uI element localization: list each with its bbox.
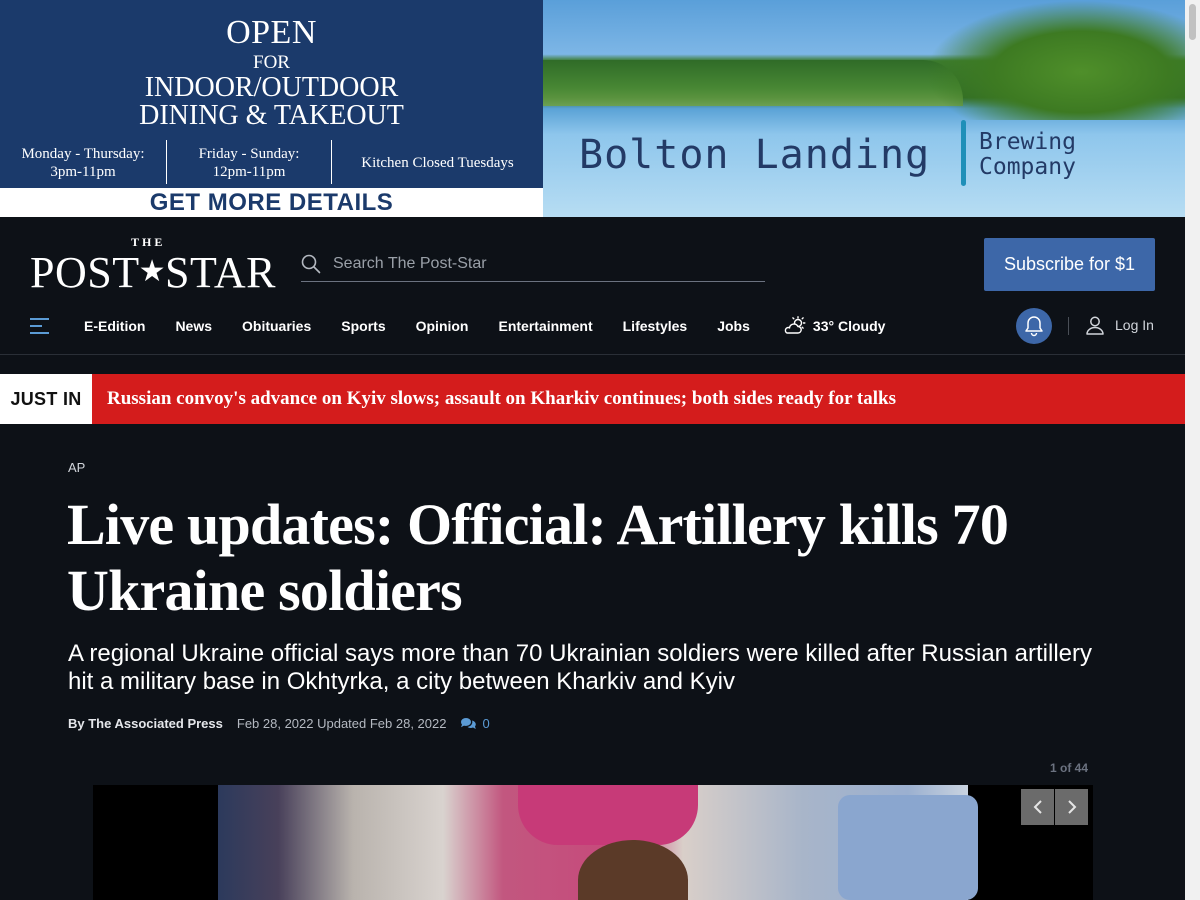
- hamburger-menu-icon[interactable]: [30, 318, 49, 334]
- gallery-photo[interactable]: [218, 785, 978, 900]
- partly-cloudy-icon: [784, 316, 806, 334]
- subscribe-button[interactable]: Subscribe for $1: [984, 238, 1155, 291]
- logo-star-word: STAR: [165, 248, 276, 297]
- ad-get-details-button[interactable]: GET MORE DETAILS: [0, 188, 543, 217]
- comments-icon: [461, 718, 477, 729]
- ad-brand-name: Bolton Landing: [579, 132, 931, 178]
- advertisement-banner[interactable]: OPEN FOR INDOOR/OUTDOOR DINING & TAKEOUT…: [0, 0, 1185, 217]
- login-link[interactable]: Log In: [1085, 315, 1154, 335]
- byline-date: Feb 28, 2022 Updated Feb 28, 2022: [236, 716, 447, 731]
- gallery-prev-button[interactable]: [1021, 789, 1054, 825]
- weather-widget[interactable]: 33° Cloudy: [784, 316, 886, 336]
- site-header: THE POST★STAR Subscribe for $1 E-Edition…: [0, 217, 1185, 355]
- ad-restaurant-panel: OPEN FOR INDOOR/OUTDOOR DINING & TAKEOUT…: [0, 0, 543, 217]
- comments-link[interactable]: 0: [460, 716, 490, 731]
- ad-hours-time: 3pm-11pm: [50, 164, 116, 180]
- ad-dining-line2: DINING & TAKEOUT: [139, 100, 404, 131]
- breaking-news-headline[interactable]: Russian convoy's advance on Kyiv slows; …: [92, 374, 1185, 424]
- ad-brand-divider: [961, 120, 966, 186]
- article-summary: A regional Ukraine official says more th…: [68, 640, 1093, 695]
- ad-hours-days: Monday - Thursday:: [21, 146, 145, 162]
- nav-entertainment[interactable]: Entertainment: [499, 318, 593, 334]
- main-nav: E-Edition News Obituaries Sports Opinion…: [30, 309, 885, 343]
- ad-brand-sub2: Company: [979, 154, 1076, 180]
- ad-hours: Monday - Thursday: 3pm-11pm Friday - Sun…: [0, 140, 543, 184]
- ad-hours-days: Friday - Sunday:: [198, 146, 300, 162]
- breaking-news-bar[interactable]: JUST IN Russian convoy's advance on Kyiv…: [0, 374, 1185, 424]
- login-label: Log In: [1115, 317, 1154, 333]
- just-in-label: JUST IN: [0, 374, 92, 424]
- gallery-next-button[interactable]: [1055, 789, 1088, 825]
- photo-person: [578, 840, 688, 900]
- search-icon: [301, 254, 321, 274]
- bell-icon: [1025, 316, 1043, 337]
- ad-open-text: OPEN: [226, 14, 317, 51]
- nav-news[interactable]: News: [175, 318, 212, 334]
- ad-hours-weekend: Friday - Sunday: 12pm-11pm: [166, 140, 332, 184]
- weather-text: 33° Cloudy: [812, 318, 886, 334]
- ad-shoreline: [543, 60, 963, 106]
- comment-count: 0: [482, 716, 490, 731]
- nav-jobs[interactable]: Jobs: [717, 318, 750, 334]
- logo-star-icon: ★: [138, 255, 166, 288]
- nav-obituaries[interactable]: Obituaries: [242, 318, 311, 334]
- photo-chair: [838, 795, 978, 900]
- notifications-button[interactable]: [1016, 308, 1052, 344]
- nav-sports[interactable]: Sports: [341, 318, 385, 334]
- user-icon: [1086, 316, 1104, 335]
- search-input[interactable]: [333, 255, 753, 273]
- photo-gallery[interactable]: [93, 785, 1093, 900]
- search-bar[interactable]: [301, 247, 765, 282]
- ad-trees: [925, 0, 1185, 120]
- ad-hours-time: 12pm-11pm: [212, 164, 286, 180]
- ad-brand-sub: Brewing Company: [979, 130, 1076, 180]
- ad-for-text: FOR: [253, 52, 290, 73]
- article-headline: Live updates: Official: Artillery kills …: [67, 492, 1009, 623]
- article-kicker[interactable]: AP: [68, 460, 85, 475]
- nav-e-edition[interactable]: E-Edition: [84, 318, 145, 334]
- scrollbar-thumb[interactable]: [1189, 4, 1196, 40]
- header-divider: [1068, 317, 1069, 335]
- photo-scarf: [518, 785, 698, 845]
- site-logo[interactable]: POST★STAR: [30, 247, 276, 298]
- ad-lake-image: Bolton Landing Brewing Company: [543, 0, 1185, 217]
- ad-hours-weekday: Monday - Thursday: 3pm-11pm: [0, 140, 166, 184]
- page-scrollbar[interactable]: [1185, 0, 1200, 900]
- nav-lifestyles[interactable]: Lifestyles: [623, 318, 688, 334]
- byline-author[interactable]: By The Associated Press: [68, 716, 223, 731]
- chevron-left-icon: [1033, 800, 1042, 814]
- ad-brand-sub1: Brewing: [979, 129, 1076, 155]
- ad-kitchen-closed: Kitchen Closed Tuesdays: [361, 155, 514, 171]
- logo-post: POST: [30, 248, 140, 297]
- article-byline: By The Associated Press Feb 28, 2022 Upd…: [68, 716, 490, 731]
- gallery-counter: 1 of 44: [1050, 761, 1089, 775]
- chevron-right-icon: [1067, 800, 1076, 814]
- nav-opinion[interactable]: Opinion: [416, 318, 469, 334]
